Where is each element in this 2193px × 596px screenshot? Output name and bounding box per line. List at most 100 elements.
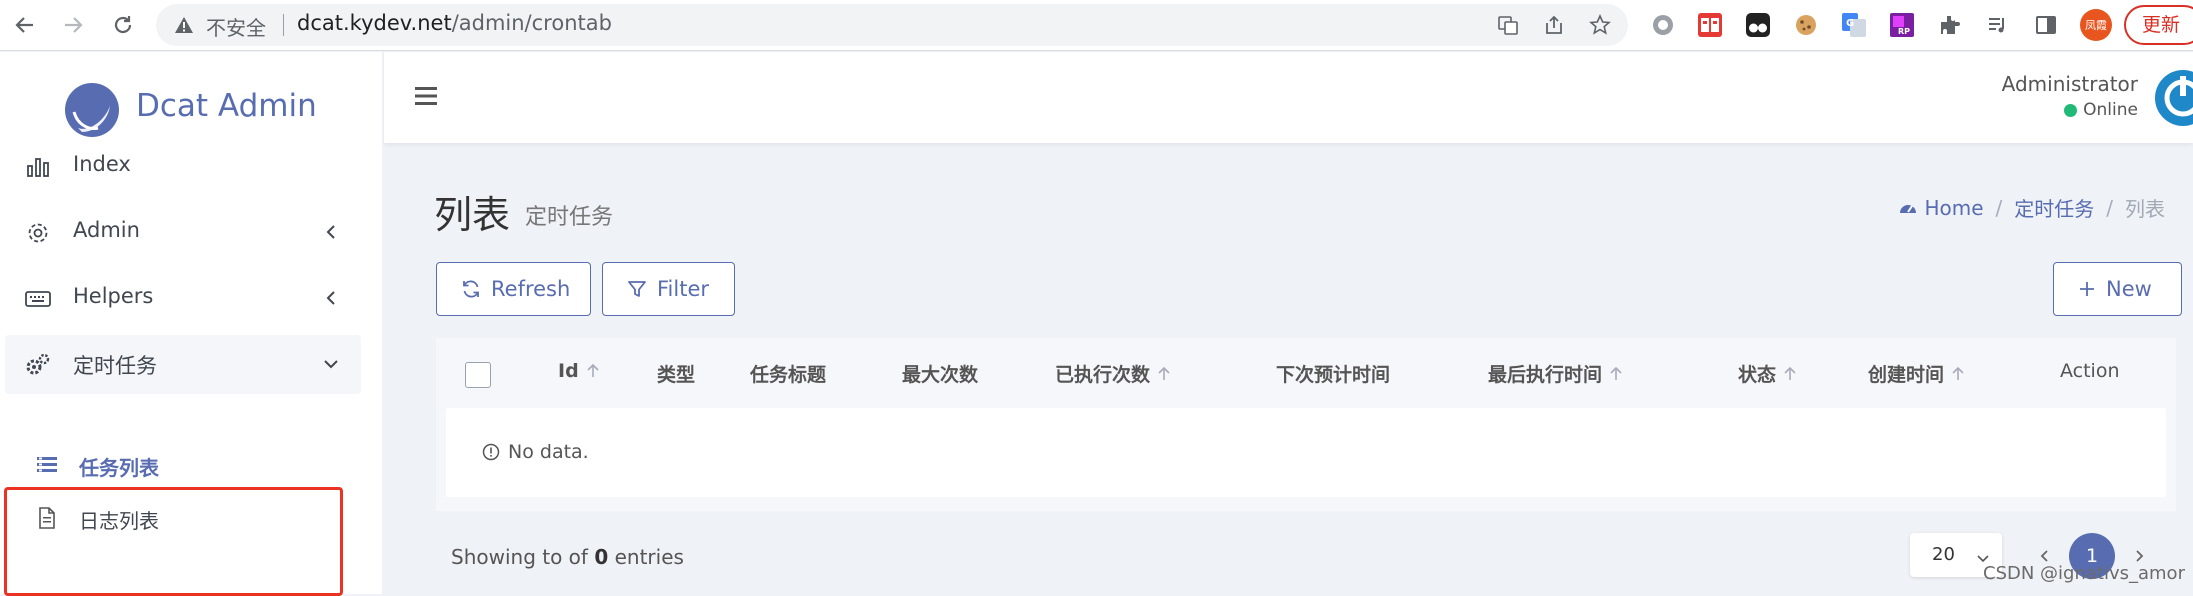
user-status: Online (2064, 100, 2138, 120)
column-header-id[interactable]: Id (558, 360, 599, 382)
sidebar-item-helpers[interactable]: Helpers (5, 269, 361, 328)
column-label: 最后执行时间 (1488, 364, 1603, 386)
sidebar-subitem-label: 任务列表 (79, 456, 159, 480)
filter-icon (627, 279, 647, 299)
document-icon (35, 506, 59, 530)
sidebar-item-label: Helpers (73, 284, 154, 308)
chevron-down-icon (321, 354, 341, 374)
sidebar-item-crontab[interactable]: 定时任务 (5, 335, 361, 394)
share-icon[interactable] (1542, 13, 1566, 37)
keyboard-icon (25, 286, 51, 312)
entries-summary: Showing to of 0 entries (451, 545, 684, 569)
chevron-left-icon (321, 288, 341, 308)
dcat-logo (65, 83, 119, 137)
sort-arrow-up-icon[interactable] (1952, 366, 1964, 382)
sort-arrow-up-icon[interactable] (1610, 366, 1622, 382)
refresh-button[interactable]: Refresh (436, 262, 591, 316)
url-text[interactable]: dcat.kydev.net/admin/crontab (297, 11, 612, 35)
column-header-task-title: 任务标题 (750, 360, 826, 387)
column-label: 已执行次数 (1055, 364, 1151, 386)
reload-button[interactable] (107, 9, 139, 41)
breadcrumb-current: 列表 (2125, 197, 2165, 221)
sidebar-item-label: 定时任务 (73, 354, 157, 378)
menu-toggle-icon[interactable] (412, 82, 440, 110)
column-header-last-run-time[interactable]: 最后执行时间 (1488, 360, 1622, 387)
svg-text:G: G (1846, 18, 1854, 29)
sidebar-item-index[interactable]: Index (5, 137, 361, 196)
extension-tampermonkey-icon[interactable] (1745, 12, 1771, 38)
select-all-checkbox[interactable] (465, 362, 491, 388)
column-header-max-count: 最大次数 (902, 360, 978, 387)
translate-icon[interactable] (1496, 13, 1520, 37)
sort-arrow-up-icon[interactable] (1158, 366, 1170, 382)
profile-avatar[interactable]: 凤霞 (2080, 9, 2112, 41)
breadcrumb-separator: / (2106, 195, 2113, 220)
list-icon (35, 453, 59, 477)
column-label: Action (2060, 360, 2120, 382)
breadcrumb-section[interactable]: 定时任务 (2014, 193, 2094, 222)
extension-cookie-icon[interactable] (1793, 12, 1819, 38)
forward-arrow-icon (65, 17, 83, 33)
breadcrumb-home[interactable]: Home (1898, 196, 1984, 220)
brand-name: Dcat Admin (136, 88, 317, 124)
online-dot-icon (2064, 103, 2078, 117)
warning-icon (175, 17, 193, 33)
side-panel-icon[interactable] (2033, 12, 2059, 38)
data-table: Id 类型 任务标题 最大次数 已执行次数 下次预计时间 最后执行时间 状态 创… (436, 338, 2176, 511)
column-label: 最大次数 (902, 364, 979, 386)
sort-arrow-up-icon[interactable] (587, 363, 599, 379)
chevron-left-icon (2040, 550, 2048, 562)
extension-fe-icon[interactable] (1697, 12, 1723, 38)
sidebar-item-label: Index (73, 152, 131, 176)
new-button[interactable]: New (2053, 262, 2182, 316)
extension-rp-icon[interactable]: RP (1889, 12, 1915, 38)
dashboard-icon (1900, 204, 1917, 213)
chevron-right-icon (2136, 550, 2144, 562)
column-header-executed-count[interactable]: 已执行次数 (1055, 360, 1170, 387)
column-header-type: 类型 (657, 360, 695, 387)
url-path: /admin/crontab (451, 11, 612, 35)
empty-state-text: No data. (508, 441, 589, 463)
extension-google-translate-icon[interactable]: G (1841, 12, 1867, 38)
column-header-status[interactable]: 状态 (1738, 360, 1796, 387)
refresh-icon (461, 279, 481, 299)
back-button[interactable] (9, 9, 41, 41)
reload-icon (114, 16, 132, 34)
sidebar-item-label: Admin (73, 218, 140, 242)
sidebar-item-admin[interactable]: Admin (5, 203, 361, 262)
breadcrumb-separator: / (1995, 195, 2003, 220)
media-playlist-icon[interactable] (1985, 12, 2011, 38)
user-name[interactable]: Administrator (2002, 72, 2138, 96)
chevron-left-icon (321, 222, 341, 242)
column-label: 类型 (657, 364, 696, 386)
column-header-next-run-time: 下次预计时间 (1276, 360, 1390, 387)
column-label: 任务标题 (750, 364, 827, 386)
forward-button[interactable] (57, 9, 89, 41)
page-title: 列表 (434, 193, 511, 237)
extensions-puzzle-icon[interactable] (1937, 12, 1963, 38)
bookmark-star-icon[interactable] (1588, 13, 1612, 37)
entries-prefix: Showing to of (451, 545, 588, 569)
sidebar-subitem-log-list[interactable]: 日志列表 (5, 492, 361, 544)
address-bar[interactable]: 不安全 dcat.kydev.net/admin/crontab (156, 4, 1628, 46)
avatar[interactable] (2155, 70, 2193, 126)
column-label: 状态 (1738, 364, 1777, 386)
url-host: dcat.kydev.net (297, 11, 452, 35)
sort-arrow-up-icon[interactable] (1784, 366, 1796, 382)
filter-button[interactable]: Filter (602, 262, 735, 316)
svg-text:RP: RP (1898, 27, 1910, 36)
sidebar: Dcat Admin Index Admin Helpers 定时任务 任务列表… (0, 52, 382, 596)
empty-state: No data. (482, 441, 589, 463)
profile-label: 凤霞 (2085, 19, 2107, 32)
sidebar-subitem-task-list[interactable]: 任务列表 (5, 439, 361, 491)
column-header-action: Action (2060, 360, 2120, 382)
sidebar-subitem-label: 日志列表 (79, 509, 159, 533)
extension-circle-icon[interactable] (1650, 12, 1676, 38)
update-button[interactable]: 更新 (2124, 5, 2193, 45)
breadcrumb: Home / 定时任务 / 列表 (1898, 193, 2165, 222)
table-header: Id 类型 任务标题 最大次数 已执行次数 下次预计时间 最后执行时间 状态 创… (436, 338, 2176, 408)
user-status-label: Online (2083, 100, 2138, 120)
per-page-value: 20 (1932, 544, 1955, 565)
column-header-created-at[interactable]: 创建时间 (1868, 360, 1964, 387)
entries-total: 0 (594, 545, 609, 569)
